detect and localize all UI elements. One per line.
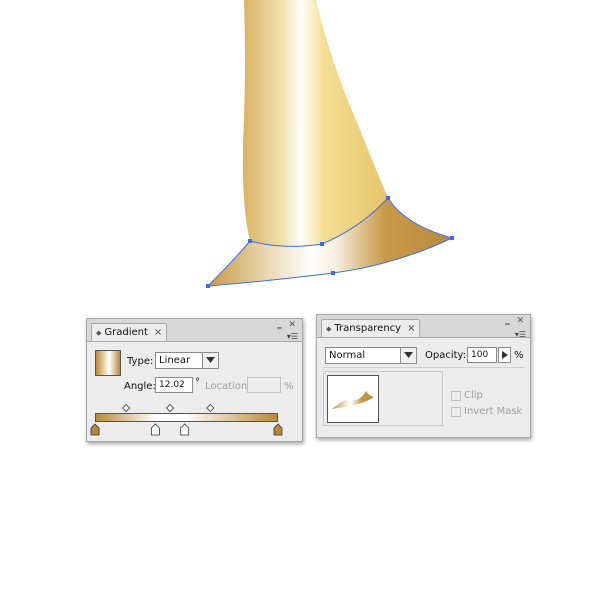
chevron-right-icon (501, 351, 508, 359)
anchor-point (206, 284, 210, 288)
anchor-point (331, 271, 335, 275)
panel-window-controls[interactable]: ‗ ✕ (505, 316, 526, 326)
transparency-panel-header[interactable]: ◆ Transparency × ‗ ✕ (317, 315, 530, 338)
horn-body-shape[interactable] (242, 0, 388, 247)
anchor-point (248, 239, 252, 243)
tab-transparency[interactable]: ◆ Transparency × (321, 319, 421, 337)
divider (323, 367, 524, 368)
close-icon: ✕ (516, 316, 526, 326)
transparency-panel: ◆ Transparency × ‗ ✕ ▾☰ Normal Opacity: … (316, 314, 531, 438)
gradient-midpoint-diamond[interactable] (206, 403, 215, 413)
transparency-tab-label: Transparency (334, 323, 402, 334)
gradient-midpoint-diamond[interactable] (122, 403, 131, 413)
opacity-stepper-button[interactable] (498, 347, 511, 363)
gradient-stop[interactable] (90, 423, 100, 436)
blend-mode-value: Normal (329, 350, 366, 361)
artwork-canvas[interactable] (0, 0, 600, 300)
gradient-stops-layer[interactable] (87, 319, 303, 439)
chevron-down-icon[interactable] (400, 348, 416, 363)
tab-options-icon[interactable]: ◆ (326, 325, 331, 333)
gradient-stop[interactable] (180, 423, 190, 436)
opacity-label: Opacity: (425, 350, 467, 361)
blend-mode-dropdown[interactable]: Normal (325, 347, 417, 364)
collapse-icon: ‗ (505, 316, 512, 326)
invert-mask-checkbox[interactable] (451, 407, 461, 417)
gradient-panel: ◆ Gradient × ‗ ✕ ▾☰ Type: Linear Angle: … (86, 318, 303, 442)
clip-checkbox[interactable] (451, 391, 461, 401)
thumbnail-image (332, 391, 374, 409)
anchor-point (320, 242, 324, 246)
object-thumbnail[interactable] (327, 375, 379, 423)
invert-mask-label: Invert Mask (464, 406, 523, 417)
gradient-stop[interactable] (150, 423, 160, 436)
clip-label: Clip (464, 390, 483, 401)
opacity-input[interactable]: 100 (467, 347, 497, 363)
anchor-point (386, 196, 390, 200)
tab-close-icon[interactable]: × (407, 323, 415, 334)
opacity-unit: % (514, 350, 524, 361)
panel-menu-icon[interactable]: ▾☰ (515, 330, 526, 339)
gradient-midpoint-diamond[interactable] (165, 403, 175, 413)
anchor-point (450, 236, 454, 240)
gradient-stop[interactable] (273, 423, 283, 436)
